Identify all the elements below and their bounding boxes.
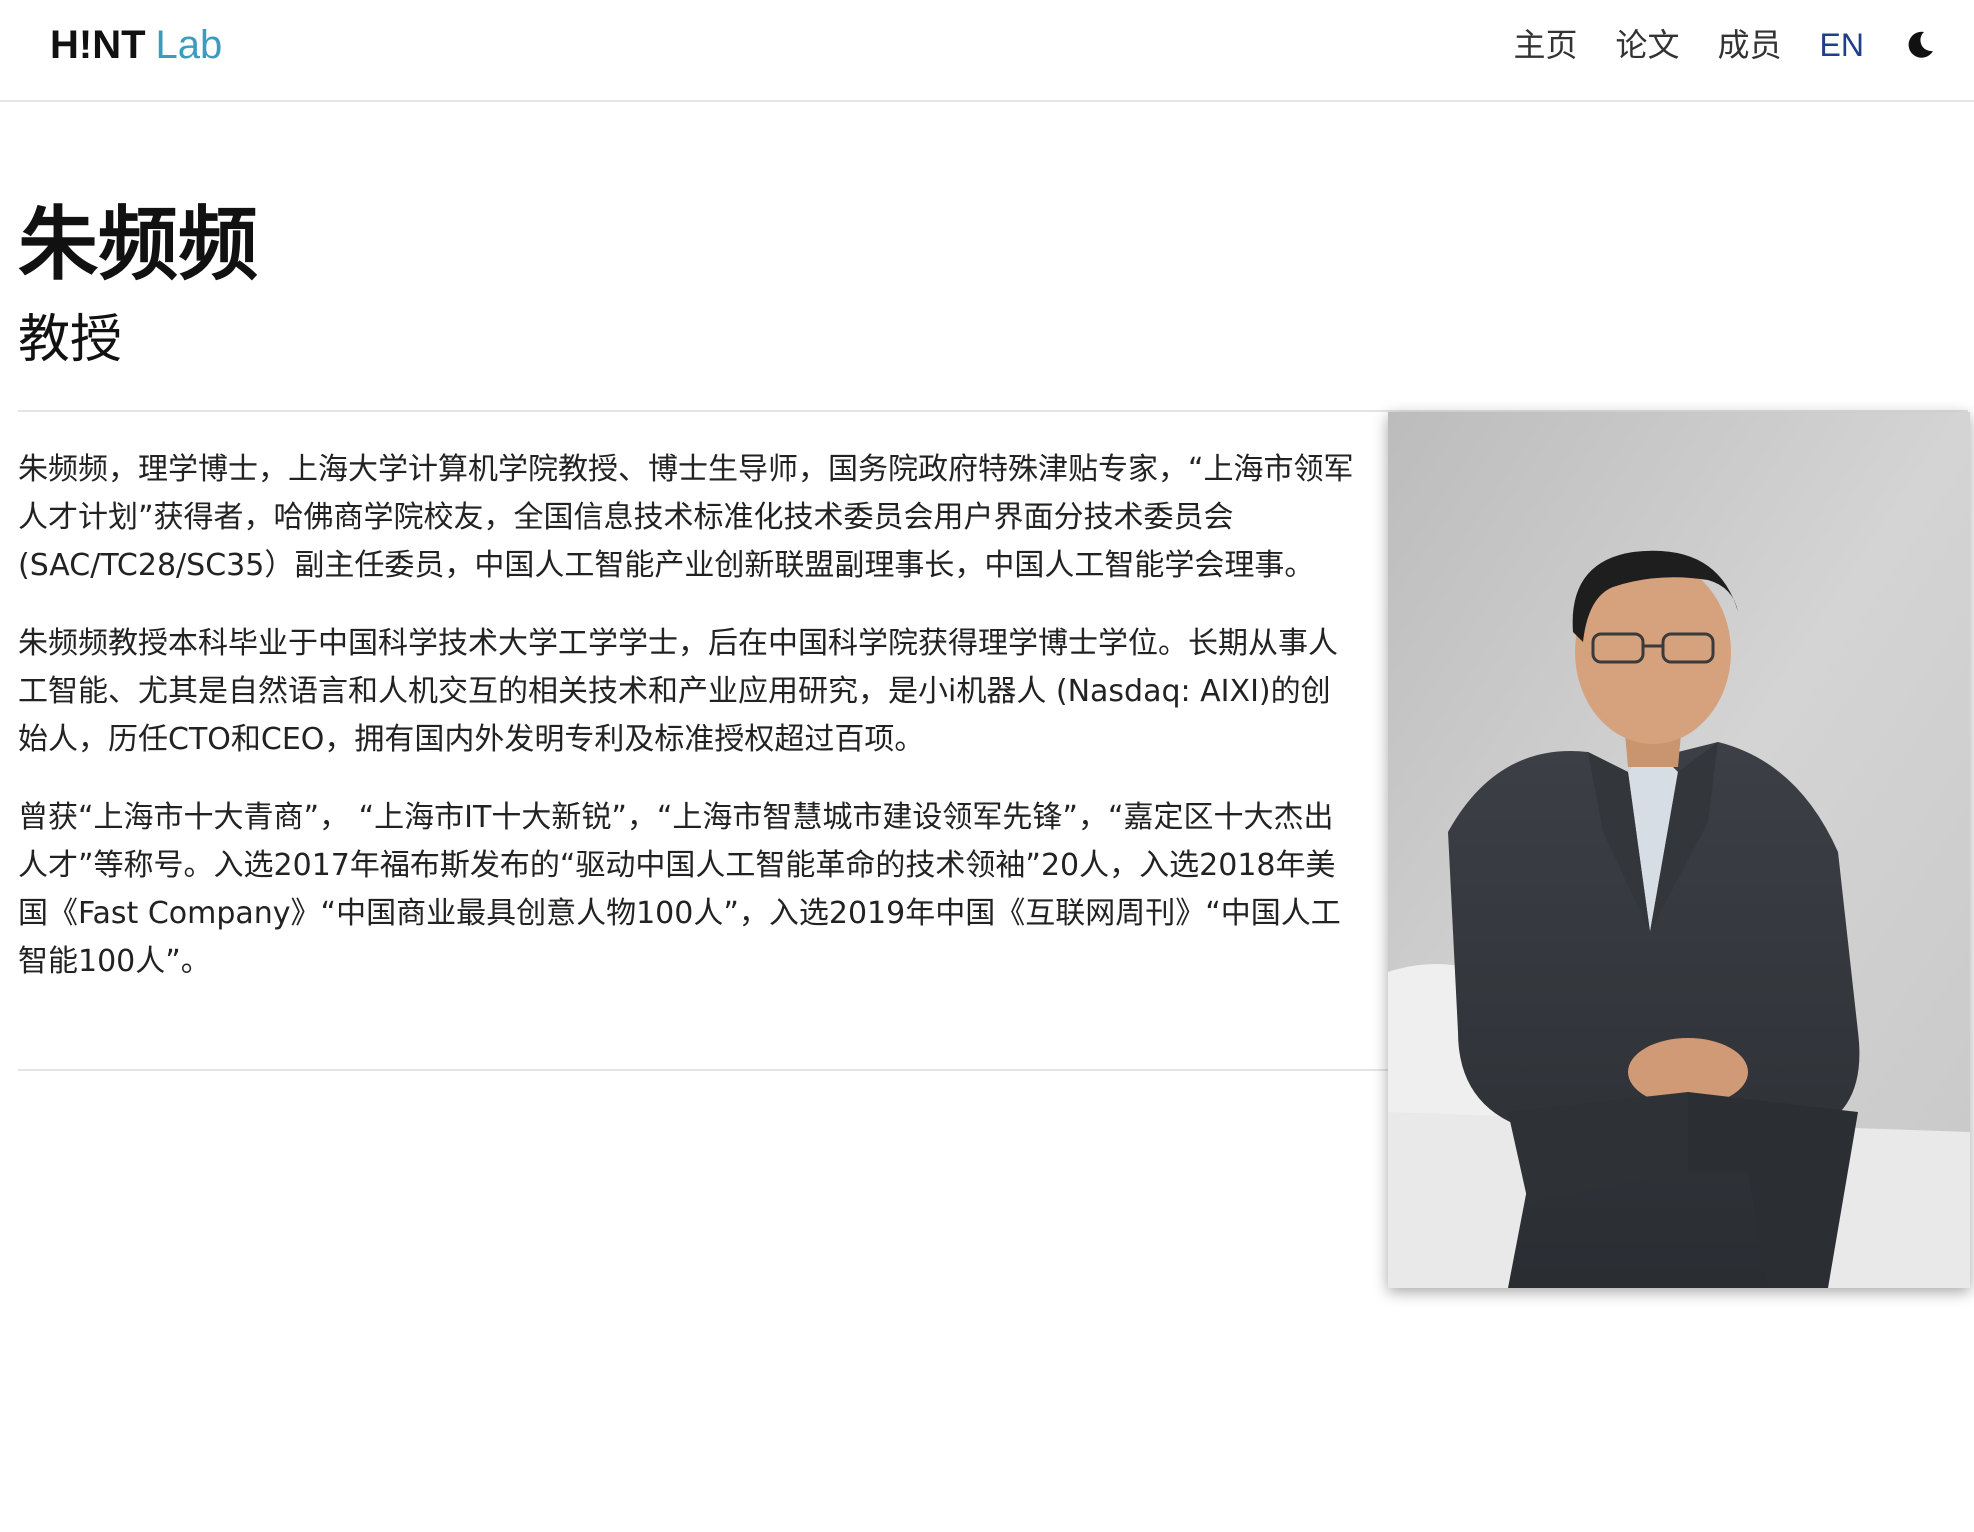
main-nav: 主页 论文 成员 EN [1476,22,1939,68]
bio-paragraph: 朱频频，理学博士，上海大学计算机学院教授、博士生导师，国务院政府特殊津贴专家，“… [18,452,1354,583]
bio-paragraph: 曾获“上海市十大青商”， “上海市IT十大新锐”，“上海市智慧城市建设领军先锋”… [18,800,1341,979]
top-navbar: H!NT Lab 主页 论文 成员 EN [0,0,1974,102]
moon-icon [1908,31,1933,58]
bio-paragraph: 朱频频教授本科毕业于中国科学技术大学工学学士，后在中国科学院获得理学博士学位。长… [18,626,1338,757]
profile-bio: 朱频频，理学博士，上海大学计算机学院教授、博士生导师，国务院政府特殊津贴专家，“… [18,446,1358,1016]
brand-name: H!NT [50,23,146,67]
nav-papers-link[interactable]: 论文 [1616,22,1680,68]
language-switch-link[interactable]: EN [1820,22,1864,68]
brand-logo-link[interactable]: H!NT Lab [50,22,222,68]
nav-home-link[interactable]: 主页 [1514,22,1578,68]
profile-photo [1388,412,1970,1288]
theme-toggle-button[interactable] [1902,27,1938,63]
profile-name: 朱频频 [18,198,258,291]
divider-bottom [18,1069,1388,1071]
profile-title: 教授 [18,310,123,370]
portrait-photo [1388,412,1970,1288]
brand-suffix: Lab [155,23,223,67]
nav-members-link[interactable]: 成员 [1718,22,1782,68]
